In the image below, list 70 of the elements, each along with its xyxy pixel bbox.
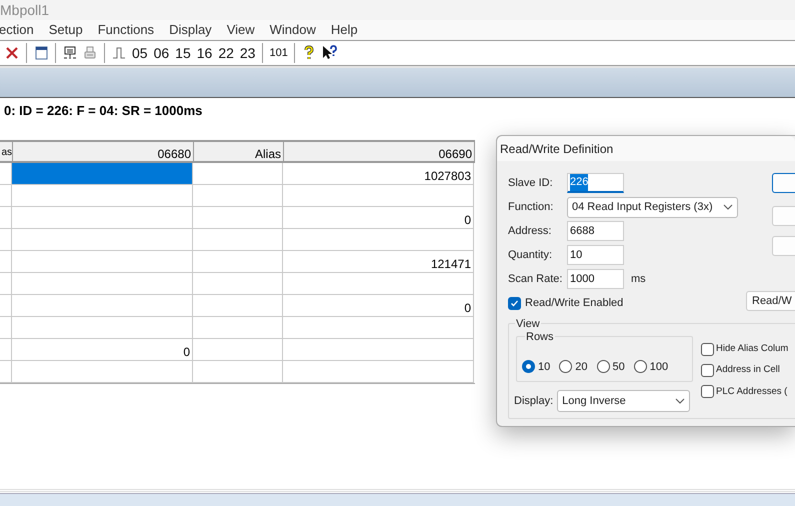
read-write-button[interactable]: Read/W <box>746 291 795 311</box>
checkbox-label: Read/Write Enabled <box>525 296 624 311</box>
field-label: Function: <box>508 200 554 215</box>
toolbar-button[interactable]: 23 <box>236 43 258 63</box>
table-cell <box>0 163 12 185</box>
status-line: 0: ID = 226: F = 04: SR = 1000ms <box>3 103 202 118</box>
context-help-icon[interactable] <box>320 45 337 61</box>
input-field[interactable]: 1000 <box>567 269 624 289</box>
input-field[interactable]: 6688 <box>567 221 624 241</box>
toolbar-button[interactable]: 101 <box>267 43 290 63</box>
field-label: Quantity: <box>508 248 554 263</box>
field-label: Display: <box>514 394 554 409</box>
monitor-icon[interactable] <box>62 45 78 61</box>
checkbox[interactable] <box>701 342 714 356</box>
window-icon[interactable] <box>33 45 49 61</box>
radio-label: 100 <box>650 360 668 374</box>
menu-item[interactable]: Display <box>169 20 212 40</box>
radio-button[interactable] <box>559 360 572 374</box>
table-cell <box>0 185 12 207</box>
dialog-title: Read/Write Definition <box>500 140 614 158</box>
input-field[interactable]: 226 <box>567 173 624 193</box>
toolbar-button[interactable]: 05 <box>129 43 151 63</box>
function-select[interactable]: 04 Read Input Registers (3x) <box>567 196 738 218</box>
table-cell: 1027803 <box>283 163 474 185</box>
menu-item[interactable]: Help <box>330 20 358 40</box>
field-label: Slave ID: <box>508 176 554 191</box>
table-cell: 121471 <box>283 251 474 273</box>
checkbox[interactable] <box>508 296 521 310</box>
checkmark-icon <box>510 298 519 308</box>
toolbar-button[interactable]: 06 <box>150 43 172 63</box>
close-icon[interactable] <box>4 45 20 61</box>
toolbar-button[interactable]: 15 <box>172 43 194 63</box>
table-cell <box>0 273 12 295</box>
unit-label: ms <box>631 272 646 287</box>
table-cell: 0 <box>283 207 474 229</box>
radio-label: 10 <box>538 360 550 374</box>
radio-button[interactable] <box>522 360 535 374</box>
radio-label: 50 <box>612 360 625 374</box>
menu-item[interactable]: Functions <box>98 20 154 40</box>
chevron-icon <box>675 398 686 404</box>
field-label: Scan Rate: <box>508 272 564 287</box>
checkbox-label: Hide Alias Colum <box>716 342 788 356</box>
chevron-icon <box>723 204 733 210</box>
table-cell <box>0 229 12 251</box>
table-cell <box>0 361 12 383</box>
table-cell <box>0 207 12 229</box>
checkbox[interactable] <box>701 364 714 377</box>
radio-button[interactable] <box>596 360 610 374</box>
table-cell <box>0 317 12 339</box>
pulse-icon[interactable] <box>111 45 127 61</box>
table-cell <box>0 339 12 361</box>
window-title: Mbpoll1 <box>0 3 50 17</box>
checkbox[interactable] <box>701 385 714 398</box>
menu-item[interactable]: Window <box>270 20 316 40</box>
toolbar-button[interactable]: 16 <box>194 43 216 63</box>
checkbox-label: Address in Cell <box>716 363 780 378</box>
display-select[interactable]: Long Inverse <box>557 390 690 412</box>
radio-label: 20 <box>575 360 588 374</box>
menu-item[interactable]: View <box>226 20 255 40</box>
menu-item[interactable]: Setup <box>48 20 83 40</box>
table-cell <box>0 251 12 273</box>
radio-button[interactable] <box>634 360 647 374</box>
toolbar-button[interactable]: 22 <box>215 43 237 63</box>
table-cell: 0 <box>12 339 193 361</box>
input-field[interactable]: 10 <box>567 245 624 265</box>
table-cell: 0 <box>283 295 474 317</box>
checkbox-label: PLC Addresses ( <box>716 384 788 398</box>
table-cell <box>0 295 12 317</box>
field-label: Address: <box>508 224 552 239</box>
dialog-button[interactable] <box>772 173 795 193</box>
